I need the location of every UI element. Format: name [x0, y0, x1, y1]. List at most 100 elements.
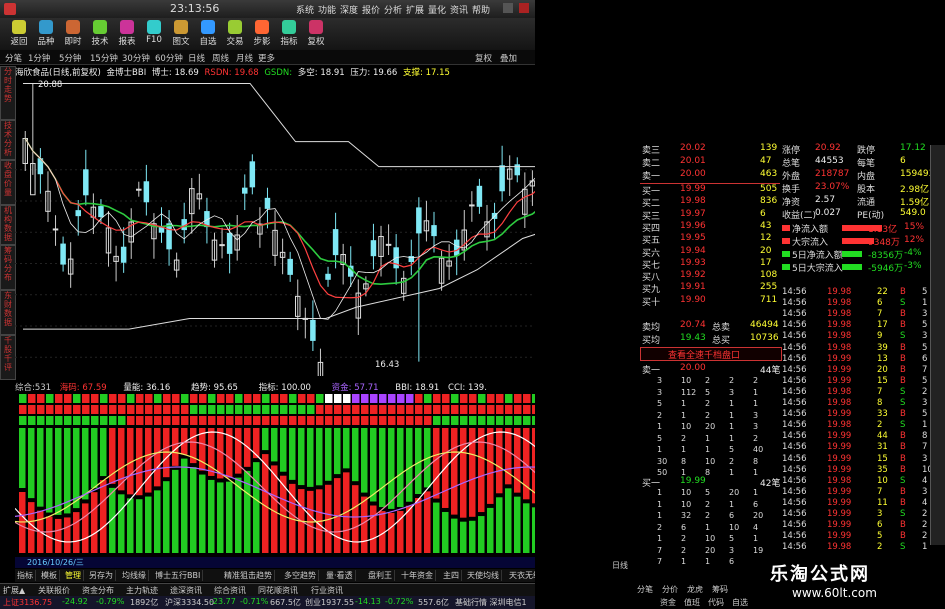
tab-diejia[interactable]: 叠加	[500, 52, 517, 64]
menu-item[interactable]: 功能	[318, 3, 336, 16]
period-tab[interactable]: 1分钟	[28, 52, 50, 64]
right-tab[interactable]: 分价	[662, 584, 678, 595]
period-tab[interactable]: 周线	[212, 52, 229, 64]
bottom-tab[interactable]: 扩展▲	[3, 585, 25, 596]
signal-cell	[28, 405, 36, 414]
period-tab[interactable]: 15分钟	[90, 52, 118, 64]
bottom-tab[interactable]: 资金分布	[82, 585, 114, 596]
indicator-bar	[406, 428, 413, 502]
template-tab[interactable]: 模板	[41, 570, 60, 581]
menu-item[interactable]: 分析	[384, 3, 402, 16]
template-tab[interactable]: 博士五行BBI	[155, 570, 204, 581]
side-tab[interactable]: 千股千评	[0, 335, 16, 380]
bottom-tab[interactable]: 行业资讯	[311, 585, 343, 596]
right-tab[interactable]: 筹码	[712, 584, 728, 595]
right-tab-b[interactable]: 资金	[660, 597, 676, 608]
side-tab[interactable]: 机构数据	[0, 205, 16, 245]
side-tab[interactable]: 东财数据	[0, 290, 16, 335]
signal-cell	[433, 405, 441, 414]
template-tab[interactable]: 十年资金	[401, 570, 436, 581]
toolbar-button[interactable]: 步影	[249, 20, 275, 47]
bottom-tab[interactable]: 综合资讯	[214, 585, 246, 596]
template-tab[interactable]: 另存为	[89, 570, 116, 581]
toolbar-button[interactable]: 技术	[87, 20, 113, 47]
template-tab[interactable]: 管理	[65, 570, 84, 581]
vertical-scrollbar[interactable]	[930, 145, 945, 545]
signal-cell	[208, 394, 216, 403]
menu-item[interactable]: 系统	[296, 3, 314, 16]
bottom-tab[interactable]: 关联报价	[38, 585, 70, 596]
queue-title: 查看全速千档盘口	[668, 351, 741, 361]
indicator-bar	[253, 462, 260, 553]
period-tab[interactable]: 60分钟	[155, 52, 183, 64]
toolbar-button[interactable]: 品种	[33, 20, 59, 47]
toolbar-button[interactable]: 即时	[60, 20, 86, 47]
menu-item[interactable]: 报价	[362, 3, 380, 16]
toolbar-button[interactable]: F10	[141, 20, 167, 45]
tab-fuquan[interactable]: 复权	[475, 52, 492, 64]
toolbar-button[interactable]: 图文	[168, 20, 194, 47]
toolbar-button[interactable]: 复权	[303, 20, 329, 47]
template-tab[interactable]: 量·看透	[326, 570, 356, 581]
menu-item[interactable]: 扩展	[406, 3, 424, 16]
period-tab[interactable]: 月线	[236, 52, 253, 64]
period-tab[interactable]: 更多	[258, 52, 275, 64]
right-tab[interactable]: 龙虎	[687, 584, 703, 595]
flow-bar-icon	[782, 238, 790, 244]
indicator-chart[interactable]	[15, 392, 570, 557]
indicator-bar	[388, 428, 395, 509]
indicator-bar	[91, 492, 98, 553]
indicator-bar	[73, 512, 80, 553]
toolbar-button[interactable]: 返回	[6, 20, 32, 47]
period-tab[interactable]: 分笔	[5, 52, 22, 64]
indicator-bar	[19, 428, 26, 488]
menu-item[interactable]: 量化	[428, 3, 446, 16]
side-tab[interactable]: 技术分析	[0, 120, 16, 160]
minimize-icon[interactable]	[503, 3, 513, 13]
close-icon[interactable]	[519, 3, 529, 13]
indicator-bar	[127, 498, 134, 553]
bottom-tab[interactable]: 主力轨迹	[126, 585, 158, 596]
template-tab[interactable]: 盘利王	[368, 570, 395, 581]
toolbar-button[interactable]: 自选	[195, 20, 221, 47]
side-tab[interactable]: 收盘价量	[0, 160, 16, 205]
period-tab[interactable]: 30分钟	[122, 52, 150, 64]
toolbar-button[interactable]: 报表	[114, 20, 140, 47]
signal-cell	[307, 405, 315, 414]
template-tab[interactable]: 天使均线	[467, 570, 502, 581]
template-tab[interactable]: 指标	[17, 570, 36, 581]
toolbar-button[interactable]: 交易	[222, 20, 248, 47]
orderbook-price: 20.02	[680, 143, 706, 153]
right-tab[interactable]: 分笔	[637, 584, 653, 595]
template-tab[interactable]: 精准狙击趋势	[224, 570, 275, 581]
template-tab[interactable]: 均线缘	[122, 570, 149, 581]
menu-item[interactable]: 资讯	[450, 3, 468, 16]
template-tab[interactable]: 主四	[443, 570, 462, 581]
side-tab[interactable]: 筹码分布	[0, 245, 16, 290]
template-tab[interactable]: 多空趋势	[284, 570, 319, 581]
right-tab[interactable]: 日线	[612, 560, 628, 571]
menu-item[interactable]: 深度	[340, 3, 358, 16]
menu-item[interactable]: 帮助	[472, 3, 490, 16]
indicator-bar	[451, 518, 458, 553]
bottom-tab[interactable]: 同花顺资讯	[258, 585, 298, 596]
toolbar-icon	[228, 20, 242, 34]
price-chart[interactable]: 19.5019.0018.5018.0017.5017.0016.50	[15, 76, 575, 376]
queue-cell: 40	[753, 445, 764, 454]
signal-cell	[262, 394, 270, 403]
right-tab-b[interactable]: 值班	[684, 597, 700, 608]
side-tab[interactable]: 分时走势	[0, 66, 16, 120]
stat-label: 换手	[782, 185, 801, 195]
bottom-tab[interactable]: 途深资讯	[170, 585, 202, 596]
period-tab[interactable]: 5分钟	[59, 52, 81, 64]
cy-change: -14.13	[355, 597, 381, 606]
toolbar-button[interactable]: 指标	[276, 20, 302, 47]
right-tab-b[interactable]: 自选	[732, 597, 748, 608]
flow-bar-icon	[782, 264, 790, 270]
signal-cell	[406, 394, 414, 403]
period-tab[interactable]: 日线	[188, 52, 205, 64]
toolbar-icon	[147, 20, 161, 34]
right-tab-b[interactable]: 代码	[708, 597, 724, 608]
queue-cell: 2	[705, 499, 711, 509]
signal-cell	[307, 416, 315, 425]
